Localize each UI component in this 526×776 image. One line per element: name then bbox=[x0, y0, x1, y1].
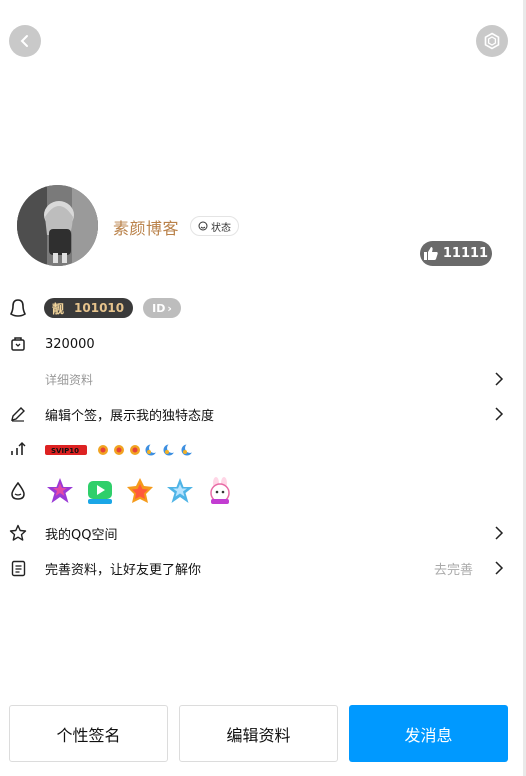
avatar[interactable] bbox=[17, 185, 98, 266]
smile-status-icon bbox=[198, 221, 208, 231]
chevron-right-icon bbox=[495, 561, 504, 575]
star-vip-icon[interactable] bbox=[45, 476, 75, 506]
moon-level-icon bbox=[163, 443, 177, 456]
chevron-right-icon bbox=[495, 407, 504, 421]
send-message-button[interactable]: 发消息 bbox=[349, 705, 508, 762]
info-value: 320000 bbox=[45, 336, 95, 352]
level-row[interactable]: SVIP10 bbox=[0, 434, 526, 464]
svg-text:SVIP10: SVIP10 bbox=[51, 447, 79, 455]
status-button[interactable]: 状态 bbox=[190, 216, 239, 236]
chevron-right-icon bbox=[495, 372, 504, 386]
like-count: 11111 bbox=[442, 246, 489, 261]
sun-level-icon bbox=[130, 445, 140, 455]
complete-profile-hint: 去完善 bbox=[433, 562, 473, 578]
star-outline-icon bbox=[9, 524, 27, 542]
moon-level-icon bbox=[181, 443, 195, 456]
pretty-badge-char: 靓 bbox=[52, 301, 65, 316]
chevron-right-small-icon: › bbox=[167, 301, 172, 315]
bag-icon bbox=[9, 335, 27, 353]
detail-row[interactable]: 详细资料 bbox=[0, 364, 526, 394]
pencil-icon bbox=[9, 405, 27, 423]
game-vip-icon[interactable] bbox=[125, 476, 155, 506]
like-button[interactable]: 11111 bbox=[420, 241, 492, 266]
status-label: 状态 bbox=[211, 222, 231, 234]
qzone-row[interactable]: 我的QQ空间 bbox=[0, 518, 526, 548]
avatar-image bbox=[17, 185, 98, 266]
back-button[interactable] bbox=[9, 25, 41, 57]
thumbs-up-icon bbox=[423, 247, 438, 260]
document-icon bbox=[9, 559, 27, 577]
star-vip-icon-2[interactable] bbox=[165, 476, 195, 506]
sun-level-icon bbox=[98, 445, 108, 455]
edit-profile-button[interactable]: 编辑资料 bbox=[179, 705, 338, 762]
signature-text: 编辑个签，展示我的独特态度 bbox=[45, 408, 215, 424]
chevron-left-icon bbox=[20, 35, 28, 47]
complete-profile-row[interactable]: 完善资料，让好友更了解你 去完善 bbox=[0, 553, 526, 583]
vip-row[interactable] bbox=[0, 476, 526, 506]
qq-number: 101010 bbox=[74, 301, 125, 315]
nickname: 素颜博客 bbox=[113, 219, 180, 238]
rabbit-vip-icon[interactable] bbox=[205, 476, 235, 506]
id-badge[interactable]: ID › bbox=[143, 298, 181, 318]
complete-profile-label: 完善资料，让好友更了解你 bbox=[45, 562, 202, 578]
penguin-icon bbox=[9, 299, 27, 317]
sun-level-icon bbox=[114, 445, 124, 455]
chevron-right-icon bbox=[495, 526, 504, 540]
moon-level-icon bbox=[145, 443, 159, 456]
signature-button[interactable]: 个性签名 bbox=[9, 705, 168, 762]
level-up-icon bbox=[9, 440, 27, 458]
video-vip-icon[interactable] bbox=[85, 476, 115, 506]
qzone-label: 我的QQ空间 bbox=[45, 527, 118, 543]
settings-button[interactable] bbox=[476, 25, 508, 57]
pretty-number-badge[interactable]: 靓 101010 bbox=[44, 298, 133, 318]
svip-level-badge: SVIP10 bbox=[45, 445, 87, 455]
info-row: 320000 bbox=[0, 329, 526, 359]
vip-drop-icon bbox=[9, 482, 27, 500]
hexagon-settings-icon bbox=[484, 32, 500, 50]
signature-row[interactable]: 编辑个签，展示我的独特态度 bbox=[0, 399, 526, 429]
level-badges: SVIP10 bbox=[45, 443, 195, 456]
id-badge-label: ID bbox=[152, 301, 166, 315]
detail-label: 详细资料 bbox=[45, 372, 94, 387]
